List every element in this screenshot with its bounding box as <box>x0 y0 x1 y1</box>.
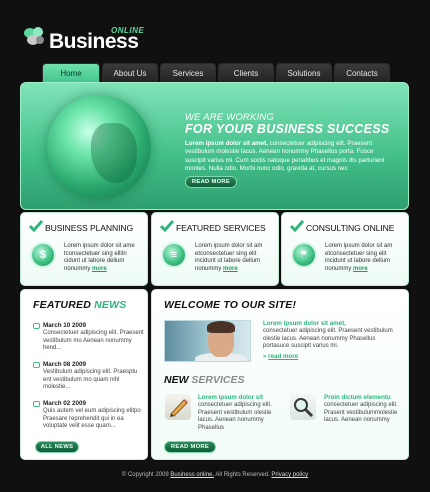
comment-icon <box>33 323 40 329</box>
welcome-text: consectetuer adipiscing elit. Praesent v… <box>263 328 393 350</box>
checkmark-icon <box>290 220 304 232</box>
chat-icon: ❞ <box>291 242 317 268</box>
feature-box-featured-services: FEATURED SERVICES ≡ Lorem ipsum dolor si… <box>151 212 279 286</box>
hero-read-more-button[interactable]: READ MORE <box>185 176 237 188</box>
nav-home[interactable]: Home <box>42 63 100 83</box>
news-item[interactable]: March 08 2009 Vestibulum adipiscing elit… <box>33 361 145 392</box>
feature-text: Lorem ipsum dolor sit am etconsectetuer … <box>195 243 275 273</box>
footer-site-link[interactable]: Business online. <box>170 472 214 478</box>
dollar-icon: $ <box>30 242 56 268</box>
main-nav: Home About Us Services Clients Solutions… <box>42 63 392 83</box>
news-text: Vestibulum adipiscing elit. Praesptu ent… <box>43 369 138 391</box>
welcome-lead: Lorem ipsum dolor sit amet, <box>263 320 346 327</box>
services-read-more-button[interactable]: READ MORE <box>164 441 216 453</box>
feature-title: FEATURED SERVICES <box>176 223 266 233</box>
news-text: Consectetuer adipiscing elit. Praesent v… <box>43 330 144 352</box>
magnifier-icon <box>290 394 316 420</box>
welcome-panel: WELCOME TO OUR SITE! Lorem ipsum dolor s… <box>151 289 409 460</box>
news-title: FEATURED NEWS <box>33 299 126 311</box>
news-date: March 10 2009 <box>33 322 145 330</box>
nav-solutions[interactable]: Solutions <box>276 63 332 83</box>
footer-copyright: © Copyright 2009 <box>121 472 169 478</box>
feature-text: Lorem ipsum dolor sit am etconsectetuer … <box>325 243 405 273</box>
new-services-title: NEW SERVICES <box>164 374 245 386</box>
feature-box-consulting-online: CONSULTING ONLINE ❞ Lorem ipsum dolor si… <box>281 212 409 286</box>
hero-text: Lorem ipsum dolor sit amet, consectetuer… <box>185 140 393 173</box>
news-panel: FEATURED NEWS March 10 2009 Consectetuer… <box>20 289 148 460</box>
checkmark-icon <box>29 220 43 232</box>
document-icon: ≡ <box>161 242 187 268</box>
feature-box-business-planning: BUSINESS PLANNING $ Lorem ipsum dolor si… <box>20 212 148 286</box>
services-title-a: NEW <box>164 374 189 386</box>
services-title-b: SERVICES <box>191 374 245 386</box>
read-more-text: read more <box>268 353 299 360</box>
logo-mark-icon <box>24 27 44 45</box>
hero-title: FOR YOUR BUSINESS SUCCESS <box>185 122 390 136</box>
welcome-title: WELCOME TO OUR SITE! <box>164 299 297 311</box>
comment-icon <box>33 401 40 407</box>
feature-text: Lorem ipsum dolor sit ame tconsectetuer … <box>64 243 144 273</box>
logo[interactable]: ONLINE Business <box>22 26 144 56</box>
globe-image <box>47 95 151 199</box>
news-title-a: FEATURED <box>33 299 91 311</box>
hero-banner: WE ARE WORKING FOR YOUR BUSINESS SUCCESS… <box>20 82 409 210</box>
checkmark-icon <box>160 220 174 232</box>
portrait-image <box>164 320 251 362</box>
logo-brand: Business <box>49 30 139 53</box>
all-news-button[interactable]: ALL NEWS <box>35 441 79 453</box>
service-text: consectetuer adipiscing elit. Praesent v… <box>198 402 272 432</box>
news-date: March 02 2009 <box>33 400 145 408</box>
footer: © Copyright 2009 Business online. All Ri… <box>0 472 430 478</box>
nav-about-us[interactable]: About Us <box>102 63 158 83</box>
hero-text-lead: Lorem ipsum dolor sit amet, <box>185 140 268 147</box>
feature-title: BUSINESS PLANNING <box>45 223 134 233</box>
more-link[interactable]: more <box>353 266 368 272</box>
nav-contacts[interactable]: Contacts <box>334 63 390 83</box>
service-lead: Lorem ipsum dolor sit <box>198 394 263 401</box>
more-link[interactable]: more <box>92 266 107 272</box>
footer-rights: All Rights Reserved. <box>215 472 270 478</box>
news-date-text: March 10 2009 <box>43 322 87 329</box>
more-link[interactable]: more <box>223 266 238 272</box>
news-date-text: March 02 2009 <box>43 400 87 407</box>
nav-clients[interactable]: Clients <box>218 63 274 83</box>
news-date: March 08 2009 <box>33 361 145 369</box>
pencil-icon <box>165 394 191 420</box>
news-item[interactable]: March 10 2009 Consectetuer adipiscing el… <box>33 322 145 353</box>
comment-icon <box>33 362 40 368</box>
news-item[interactable]: March 02 2009 Quis autem vel eum adipisc… <box>33 400 145 431</box>
feature-title: CONSULTING ONLINE <box>306 223 395 233</box>
news-date-text: March 08 2009 <box>43 361 87 368</box>
nav-services[interactable]: Services <box>160 63 216 83</box>
news-text: Quis autem vel eum adipiscing elitpo Pra… <box>43 408 141 430</box>
service-lead: Proin dictum elementu <box>324 394 391 401</box>
news-title-b: NEWS <box>94 299 127 311</box>
footer-privacy-link[interactable]: Privacy policy <box>271 472 308 478</box>
service-text: consectetuer adipiscing elit. Prasent ve… <box>324 402 398 424</box>
read-more-link[interactable]: » read more <box>263 353 298 360</box>
